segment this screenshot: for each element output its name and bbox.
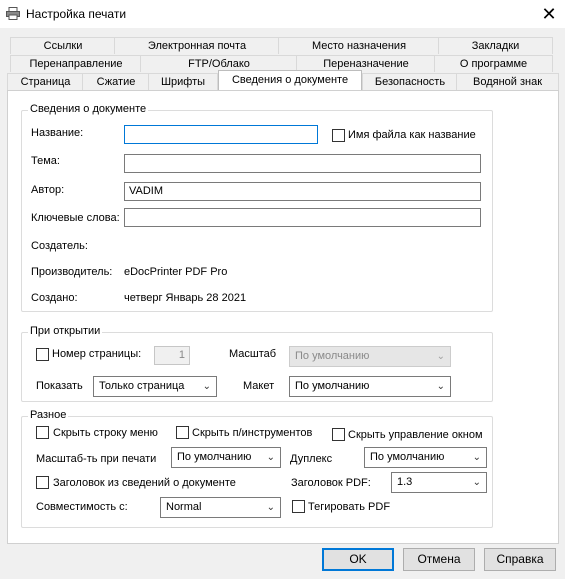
- ok-button[interactable]: OK: [322, 548, 394, 571]
- pdf-header-dropdown[interactable]: 1.3 ⌄: [391, 472, 487, 493]
- hide-toolbar-label: Скрыть п/инструментов: [192, 427, 313, 439]
- window-title: Настройка печати: [26, 7, 127, 21]
- zoom-dropdown[interactable]: По умолчанию ⌄: [289, 346, 451, 367]
- help-button[interactable]: Справка: [484, 548, 556, 571]
- hide-menubar-checkbox[interactable]: [36, 426, 49, 439]
- subject-field[interactable]: [124, 154, 481, 173]
- hide-menubar-label: Скрыть строку меню: [53, 427, 158, 439]
- chevron-down-icon: ⌄: [472, 452, 481, 463]
- hide-window-ui-checkbox[interactable]: [332, 428, 345, 441]
- tab-page[interactable]: Страница: [7, 73, 84, 90]
- tab-about[interactable]: О программе: [434, 55, 553, 72]
- title-from-docinfo-label: Заголовок из сведений о документе: [53, 477, 236, 489]
- show-value: Только страница: [99, 380, 185, 392]
- compat-value: Normal: [166, 501, 202, 513]
- tab-watermark[interactable]: Водяной знак: [456, 73, 559, 90]
- tab-links[interactable]: Ссылки: [10, 37, 116, 54]
- printer-icon: [6, 7, 20, 20]
- print-scaling-label: Масштаб-ть при печати: [36, 453, 157, 465]
- name-label: Название:: [31, 127, 84, 139]
- hide-toolbar-checkbox[interactable]: [176, 426, 189, 439]
- creator-label: Создатель:: [31, 240, 88, 252]
- layout-label: Макет: [243, 380, 275, 392]
- chevron-down-icon: ⌄: [202, 381, 211, 392]
- created-label: Создано:: [31, 292, 78, 304]
- chevron-down-icon: ⌄: [436, 351, 445, 362]
- tagged-pdf-label: Тегировать PDF: [308, 501, 391, 513]
- pdf-header-label: Заголовок PDF:: [291, 477, 371, 489]
- layout-dropdown[interactable]: По умолчанию ⌄: [289, 376, 451, 397]
- title-from-docinfo-checkbox[interactable]: [36, 476, 49, 489]
- subject-label: Тема:: [31, 155, 60, 167]
- producer-value: eDocPrinter PDF Pro: [124, 266, 228, 278]
- show-label: Показать: [36, 380, 83, 392]
- filename-as-title-checkbox[interactable]: [332, 129, 345, 142]
- duplex-dropdown[interactable]: По умолчанию ⌄: [364, 447, 487, 468]
- compat-label: Совместимость с:: [36, 501, 128, 513]
- created-value: четверг Январь 28 2021: [124, 292, 247, 304]
- chevron-down-icon: ⌄: [266, 502, 275, 513]
- tab-email[interactable]: Электронная почта: [114, 37, 280, 54]
- compat-dropdown[interactable]: Normal ⌄: [160, 497, 281, 518]
- zoom-value: По умолчанию: [295, 350, 370, 362]
- duplex-label: Дуплекс: [290, 453, 333, 465]
- tagged-pdf-checkbox[interactable]: [292, 500, 305, 513]
- tab-fonts[interactable]: Шрифты: [148, 73, 218, 90]
- pdf-header-value: 1.3: [397, 476, 413, 488]
- title-bar: Настройка печати ✕: [0, 0, 565, 28]
- tab-security[interactable]: Безопасность: [362, 73, 458, 90]
- close-icon[interactable]: ✕: [539, 4, 559, 24]
- chevron-down-icon: ⌄: [436, 381, 445, 392]
- page-number-checkbox[interactable]: [36, 348, 49, 361]
- name-field[interactable]: [124, 125, 318, 144]
- group-title-document-info: Сведения о документе: [28, 103, 149, 115]
- keywords-label: Ключевые слова:: [31, 212, 120, 224]
- page-number-label: Номер страницы:: [52, 348, 142, 360]
- print-scaling-dropdown[interactable]: По умолчанию ⌄: [171, 447, 281, 468]
- show-dropdown[interactable]: Только страница ⌄: [93, 376, 217, 397]
- author-label: Автор:: [31, 184, 65, 196]
- tab-destination[interactable]: Место назначения: [278, 37, 440, 54]
- cancel-button[interactable]: Отмена: [403, 548, 475, 571]
- layout-value: По умолчанию: [295, 380, 370, 392]
- tab-document-info[interactable]: Сведения о документе: [218, 70, 362, 90]
- duplex-value: По умолчанию: [370, 451, 445, 463]
- print-scaling-value: По умолчанию: [177, 451, 252, 463]
- filename-as-title-label: Имя файла как название: [348, 129, 476, 141]
- group-title-misc: Разное: [28, 409, 69, 421]
- hide-window-ui-label: Скрыть управление окном: [348, 429, 483, 441]
- tab-redirect[interactable]: Перенаправление: [10, 55, 142, 72]
- group-title-on-open: При открытии: [28, 325, 103, 337]
- zoom-label: Масштаб: [229, 348, 277, 360]
- page-number-field[interactable]: 1: [154, 346, 190, 365]
- producer-label: Производитель:: [31, 266, 113, 278]
- chevron-down-icon: ⌄: [266, 452, 275, 463]
- chevron-down-icon: ⌄: [472, 477, 481, 488]
- keywords-field[interactable]: [124, 208, 481, 227]
- tab-bookmarks[interactable]: Закладки: [438, 37, 553, 54]
- author-field[interactable]: VADIM: [124, 182, 481, 201]
- tab-compression[interactable]: Сжатие: [82, 73, 150, 90]
